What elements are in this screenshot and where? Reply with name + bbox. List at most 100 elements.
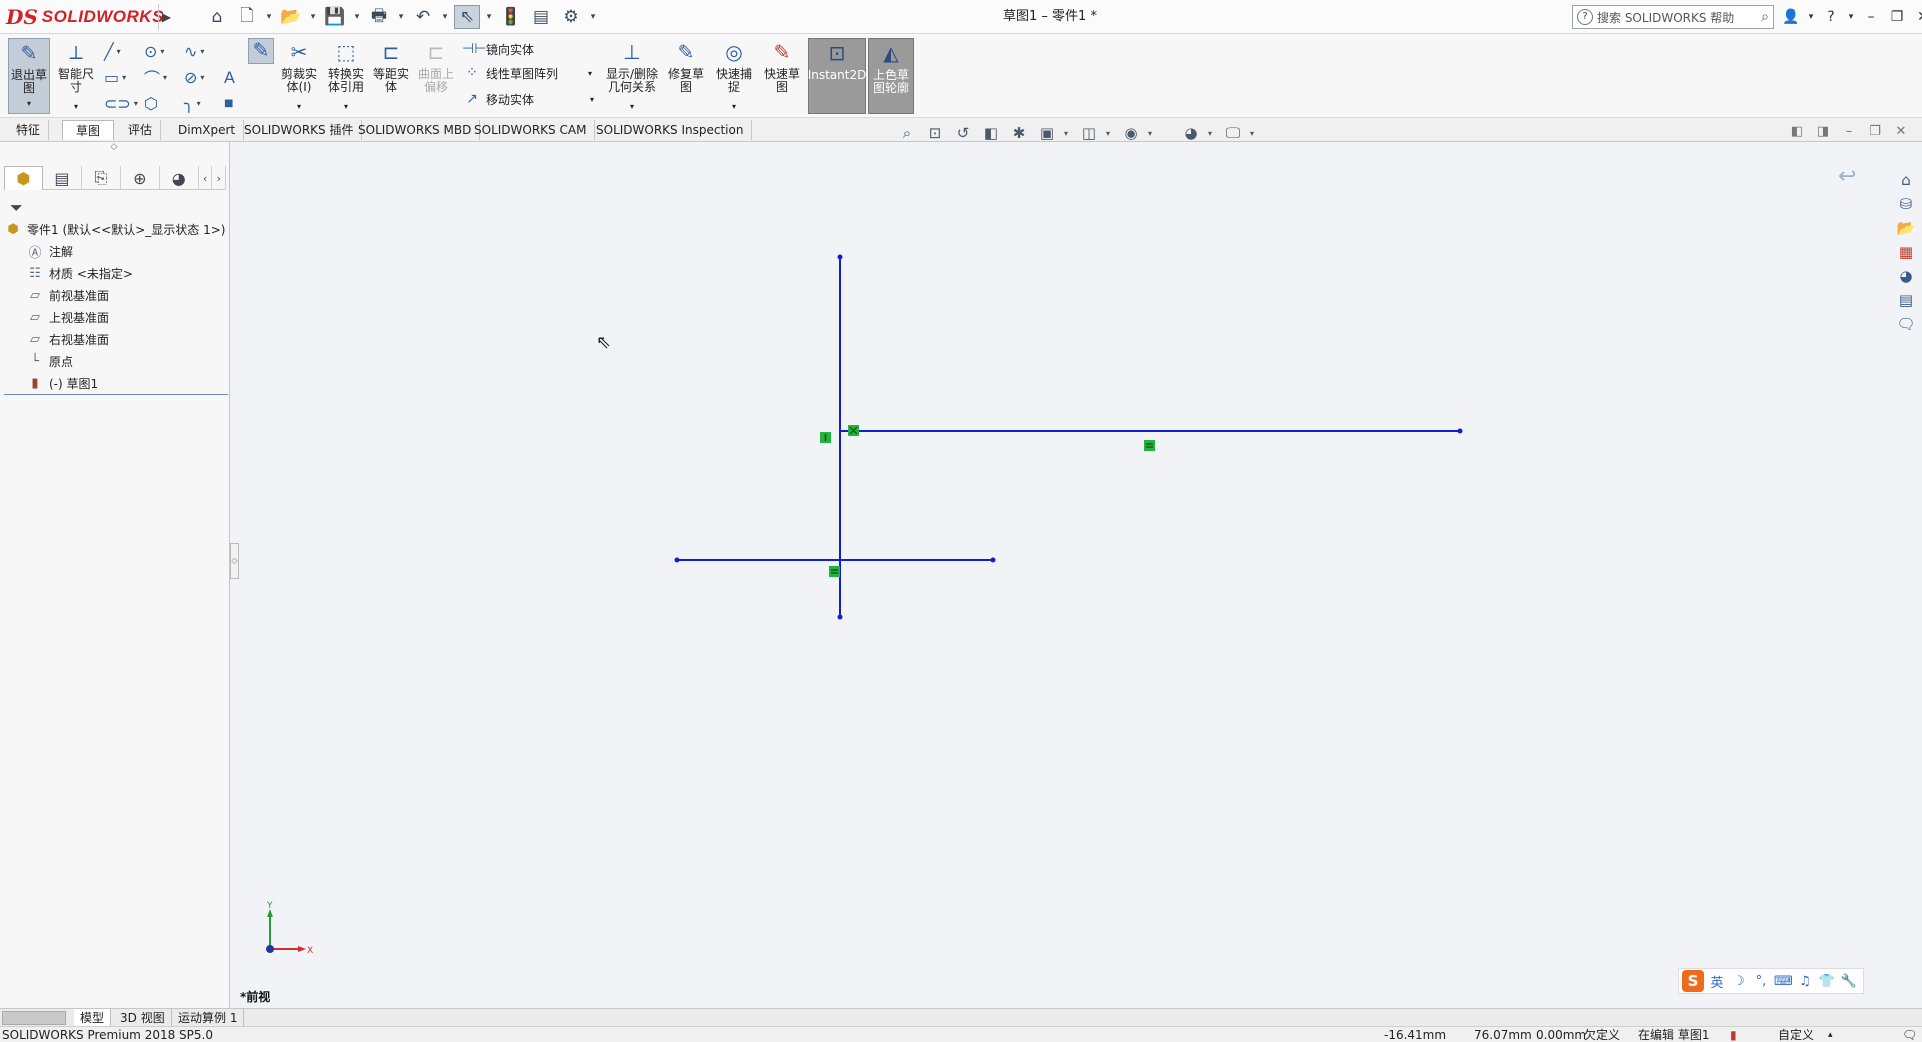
tree-item-front-plane[interactable]: ▱ 前视基准面 (4, 284, 226, 306)
forum-icon[interactable]: 🗨 (1894, 314, 1918, 334)
graphics-area[interactable]: Y X (231, 142, 1892, 1008)
rebuild-status-icon[interactable]: ▮ (1730, 1027, 1737, 1042)
tree-item-sketch1[interactable]: ▮ (-) 草图1 (4, 372, 226, 394)
trim-dropdown-icon[interactable]: ▾ (297, 100, 301, 113)
user-account-icon[interactable]: 👤 (1780, 5, 1802, 29)
polygon-tool-icon[interactable]: ⬡ (144, 92, 178, 114)
select-dropdown-icon[interactable]: ▾ (484, 5, 494, 29)
sketch-endpoint[interactable] (837, 254, 843, 260)
ime-skin-icon[interactable]: 👕 (1818, 974, 1836, 989)
offset-entities-button[interactable]: ⊏ 等距实 体 (372, 38, 410, 114)
tab-solidworks-addins[interactable]: SOLIDWORKS 插件 (236, 120, 363, 140)
file-explorer-icon[interactable]: 📂 (1894, 218, 1918, 238)
move-entities-button[interactable]: ↗ 移动实体 ▾ (462, 88, 594, 110)
select-pointer-icon[interactable]: ⇖ (454, 5, 480, 29)
repair-sketch-button[interactable]: ✎ 修复草 图 (666, 38, 706, 114)
instant2d-button[interactable]: ⊡ Instant2D (808, 38, 866, 114)
view-orientation-icon[interactable]: ▣ (1036, 123, 1058, 143)
mirror-entities-button[interactable]: ⊣⊢ 镜向实体 (462, 38, 534, 60)
dimxpert-manager-tab-icon[interactable]: ⊕ (121, 166, 160, 190)
ime-punctuation-icon[interactable]: °, (1752, 974, 1770, 989)
filter-icon[interactable]: ⏷ (10, 198, 23, 218)
sketch-endpoint[interactable] (837, 614, 843, 620)
linear-pattern-dropdown-icon[interactable]: ▾ (588, 69, 592, 78)
trim-entities-button[interactable]: ✂ 剪裁实 体(I) ▾ (280, 38, 318, 114)
undo-icon[interactable]: ↶ (410, 5, 436, 29)
viewport-prev-icon[interactable]: ◧ (1788, 122, 1806, 142)
confirmation-corner-icon[interactable]: ↩ (1838, 164, 1856, 189)
undo-dropdown-icon[interactable]: ▾ (440, 5, 450, 29)
tree-item-origin[interactable]: └ 原点 (4, 350, 226, 372)
zoom-to-area-icon[interactable]: ⊡ (924, 123, 946, 143)
spline-tool-icon[interactable]: ∿ ▾ (184, 40, 218, 62)
view-palette-icon[interactable]: ▦ (1894, 242, 1918, 262)
tab-motion-study-1[interactable]: 运动算例 1 (172, 1009, 245, 1027)
horizontal-relation-icon[interactable] (829, 566, 840, 577)
options-gear-icon[interactable]: ⚙ (558, 5, 584, 29)
viewport-close-icon[interactable]: ✕ (1892, 122, 1910, 142)
configuration-manager-tab-icon[interactable]: ⎘ (82, 166, 121, 190)
search-icon[interactable]: ⌕ (1761, 9, 1769, 25)
print-dropdown-icon[interactable]: ▾ (396, 5, 406, 29)
display-style-icon[interactable]: ◫ (1078, 123, 1100, 143)
feature-tree-tab-icon[interactable]: ⬢ (4, 166, 43, 190)
exit-sketch-dropdown-icon[interactable]: ▾ (27, 97, 31, 110)
rapid-sketch-button[interactable]: ✎ 快速草 图 (762, 38, 802, 114)
ime-mode-label[interactable]: 英 (1708, 972, 1726, 991)
quick-snaps-button[interactable]: ◎ 快速捕 捉 ▾ (714, 38, 754, 114)
help-dropdown-icon[interactable]: ▾ (1846, 5, 1856, 29)
home-icon[interactable]: ⌂ (204, 5, 230, 29)
display-delete-relations-button[interactable]: ⊥ 显示/删除 几何关系 ▾ (604, 38, 660, 114)
shaded-contours-button[interactable]: ◭ 上色草 图轮廓 (868, 38, 914, 114)
open-dropdown-icon[interactable]: ▾ (308, 5, 318, 29)
hide-show-items-icon[interactable]: ◉ (1120, 123, 1142, 143)
tab-evaluate[interactable]: 评估 (120, 120, 162, 140)
slot-tool-icon[interactable]: ⊂⊃ ▾ (104, 92, 138, 114)
rebuild-traffic-light-icon[interactable]: 🚦 (498, 5, 524, 29)
sketch-endpoint[interactable] (990, 557, 996, 563)
account-dropdown-icon[interactable]: ▾ (1806, 5, 1816, 29)
tab-model[interactable]: 模型 (74, 1009, 112, 1027)
file-properties-icon[interactable]: ▤ (528, 5, 554, 29)
point-tool-icon[interactable]: ■ (224, 92, 258, 114)
viewport-minimize-icon[interactable]: – (1840, 122, 1858, 142)
section-view-icon[interactable]: ◧ (980, 123, 1002, 143)
relations-dropdown-icon[interactable]: ▾ (630, 100, 634, 113)
help-icon[interactable]: ? (1820, 5, 1842, 29)
convert-entities-button[interactable]: ⬚ 转换实 体引用 ▾ (326, 38, 366, 114)
ime-voice-icon[interactable]: ♫ (1796, 974, 1814, 989)
hide-show-dropdown-icon[interactable]: ▾ (1148, 129, 1156, 138)
new-dropdown-icon[interactable]: ▾ (264, 5, 274, 29)
view-settings-icon[interactable]: 🖵 (1222, 123, 1244, 143)
ime-keyboard-icon[interactable]: ⌨ (1774, 974, 1793, 989)
tab-sketch[interactable]: 草图 (62, 120, 114, 140)
appearance-dropdown-icon[interactable]: ▾ (1208, 129, 1216, 138)
ime-tools-icon[interactable]: 🔧 (1840, 974, 1858, 989)
menu-expand-arrow-icon[interactable]: ▶ (158, 4, 174, 30)
dynamic-annotation-icon[interactable]: ✱ (1008, 123, 1030, 143)
exit-sketch-button[interactable]: ✎ 退出草 图 ▾ (8, 38, 50, 114)
tab-scroll-bar[interactable] (2, 1011, 66, 1025)
move-dropdown-icon[interactable]: ▾ (590, 95, 594, 104)
appearances-scenes-icon[interactable]: ◕ (1894, 266, 1918, 286)
tree-item-material[interactable]: ☷ 材质 <未指定> (4, 262, 226, 284)
tooltip-help-icon[interactable]: 🗨 (1902, 1027, 1917, 1042)
panel-collapse-icon[interactable]: ◇ (108, 142, 120, 154)
sketch-endpoint[interactable] (674, 557, 680, 563)
ime-half-width-icon[interactable]: ☽ (1730, 974, 1748, 989)
display-manager-tab-icon[interactable]: ◕ (160, 166, 199, 190)
arc-tool-icon[interactable]: ⌒ ▾ (144, 66, 178, 88)
line-tool-icon[interactable]: ╱ ▾ (104, 40, 138, 62)
unit-system-dropdown-icon[interactable]: ▴ (1828, 1027, 1833, 1042)
smart-dimension-dropdown-icon[interactable]: ▾ (74, 100, 78, 113)
tab-features[interactable]: 特征 (8, 120, 50, 140)
tab-scroll-left-icon[interactable]: ‹ (199, 166, 213, 190)
new-document-icon[interactable]: 🗋 (234, 5, 260, 29)
print-icon[interactable]: 🖶 (366, 5, 392, 29)
tree-item-annotations[interactable]: Ⓐ 注解 (4, 240, 226, 262)
tree-item-right-plane[interactable]: ▱ 右视基准面 (4, 328, 226, 350)
tab-3d-views[interactable]: 3D 视图 (114, 1009, 172, 1027)
help-search-box[interactable]: ? 搜索 SOLIDWORKS 帮助 ⌕ (1572, 5, 1774, 29)
sogou-ime-icon[interactable]: S (1682, 970, 1704, 992)
property-manager-tab-icon[interactable]: ▤ (43, 166, 82, 190)
